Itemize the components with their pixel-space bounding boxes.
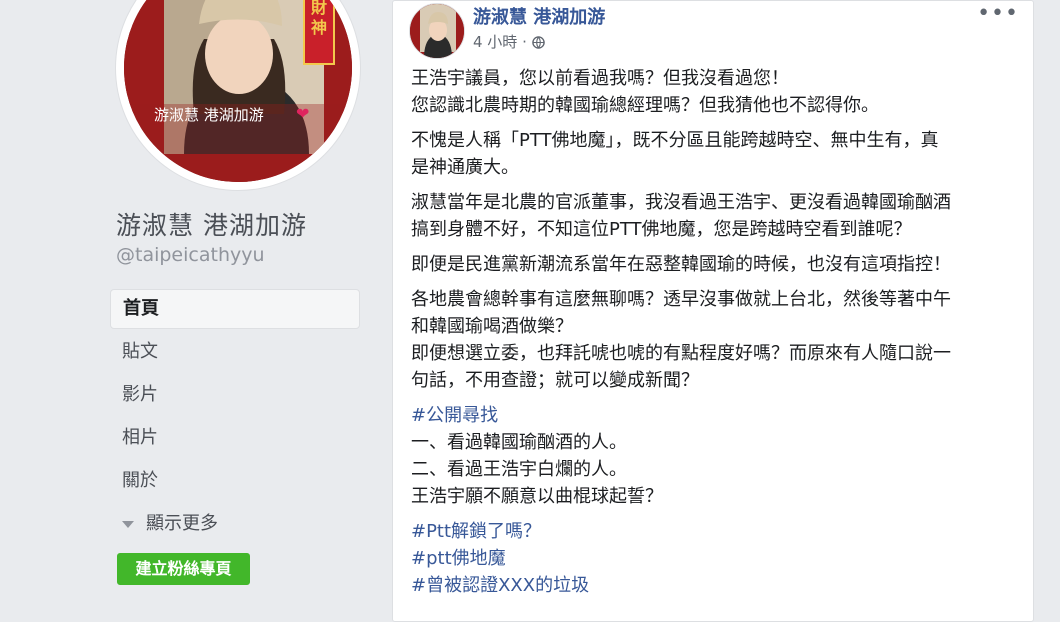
post-paragraph: 即便是民進黨新潮流系當年在惡整韓國瑜的時候，也沒有這項指控！ bbox=[411, 251, 1023, 278]
post-paragraph: 不愧是人稱「PTT佛地魔」，既不分區且能跨越時空、無中生有，真 是神通廣大。 bbox=[411, 127, 1023, 181]
post-line: 一、看過韓國瑜酗酒的人。 bbox=[411, 432, 627, 453]
post-line: 搞到身體不好，不知這位PTT佛地魔，您是跨越時空看到誰呢？ bbox=[411, 219, 912, 240]
heart-icon: ❤ bbox=[296, 104, 310, 123]
post-line: 二、看過王浩宇白爛的人。 bbox=[411, 459, 627, 480]
post-paragraph: 淑慧當年是北農的官派董事，我沒看過王浩宇、更沒看過韓國瑜酗酒 搞到身體不好，不知… bbox=[411, 189, 1023, 243]
hashtag-link[interactable]: #Ptt解鎖了嗎？ bbox=[411, 518, 1023, 545]
hashtag-link[interactable]: #公開尋找 bbox=[411, 402, 1023, 429]
post-author-name[interactable]: 游淑慧 港湖加游 bbox=[473, 3, 605, 29]
post-line: 王浩宇議員，您以前看過我嗎？但我沒看過您！ bbox=[411, 68, 789, 89]
post-paragraph: 王浩宇議員，您以前看過我嗎？但我沒看過您！ 您認識北農時期的韓國瑜總經理嗎？但我… bbox=[411, 65, 1023, 119]
post-line: 是神通廣大。 bbox=[411, 157, 519, 178]
post-line: 淑慧當年是北農的官派董事，我沒看過王浩宇、更沒看過韓國瑜酗酒 bbox=[411, 192, 951, 213]
post-paragraph: #公開尋找 一、看過韓國瑜酗酒的人。 二、看過王浩宇白爛的人。 王浩宇願不願意以… bbox=[411, 402, 1023, 510]
profile-picture[interactable]: 迎財神 游淑慧 港湖加游 ❤ bbox=[116, 0, 360, 190]
post-author-avatar[interactable] bbox=[409, 3, 465, 59]
post-paragraph: 各地農會總幹事有這麼無聊嗎？透早沒事做就上台北，然後等著中午 和韓國瑜喝酒做樂？… bbox=[411, 286, 1023, 394]
avatar-banner: 迎財神 bbox=[310, 0, 327, 37]
create-page-button[interactable]: 建立粉絲專頁 bbox=[117, 553, 250, 585]
hashtag-link[interactable]: #曾被認證XXX的垃圾 bbox=[411, 572, 1023, 599]
post-text: 王浩宇議員，您以前看過我嗎？但我沒看過您！ 您認識北農時期的韓國瑜總經理嗎？但我… bbox=[411, 65, 1023, 607]
page-handle[interactable]: @taipeicathyyu bbox=[116, 244, 265, 266]
post-avatar-photo bbox=[410, 4, 464, 58]
avatar: 迎財神 游淑慧 港湖加游 ❤ bbox=[124, 0, 352, 182]
more-dots-icon[interactable]: ••• bbox=[977, 1, 1019, 26]
nav-show-more[interactable]: 顯示更多 bbox=[110, 504, 360, 544]
avatar-caption: 游淑慧 港湖加游 bbox=[154, 106, 264, 124]
post-line: 和韓國瑜喝酒做樂？ bbox=[411, 316, 573, 337]
page-nav: 首頁 貼文 影片 相片 關於 顯示更多 bbox=[110, 289, 360, 547]
post-line: 各地農會總幹事有這麼無聊嗎？透早沒事做就上台北，然後等著中午 bbox=[411, 289, 951, 310]
left-column: 迎財神 游淑慧 港湖加游 ❤ 游淑慧 港湖加游 @taipeicathyyu 首… bbox=[0, 0, 375, 596]
post-line: 王浩宇願不願意以曲棍球起誓？ bbox=[411, 486, 663, 507]
nav-item-home[interactable]: 首頁 bbox=[110, 289, 360, 329]
post-paragraph: #Ptt解鎖了嗎？ #ptt佛地魔 #曾被認證XXX的垃圾 bbox=[411, 518, 1023, 599]
post-line: 不愧是人稱「PTT佛地魔」，既不分區且能跨越時空、無中生有，真 bbox=[411, 130, 939, 151]
post-line: 您認識北農時期的韓國瑜總經理嗎？但我猜他也不認得你。 bbox=[411, 95, 879, 116]
hashtag-link[interactable]: #ptt佛地魔 bbox=[411, 545, 1023, 572]
chevron-down-icon bbox=[122, 520, 134, 528]
post-line: 句話，不用查證；就可以變成新聞？ bbox=[411, 370, 699, 391]
post-line: 即便想選立委，也拜託唬也唬的有點程度好嗎？而原來有人隨口說一 bbox=[411, 343, 951, 364]
nav-item-videos[interactable]: 影片 bbox=[110, 375, 360, 415]
nav-item-photos[interactable]: 相片 bbox=[110, 418, 360, 458]
post-card: 游淑慧 港湖加游 4 小時 · ••• 王浩宇議員，您以前看過我嗎？但我沒看過您… bbox=[392, 0, 1034, 622]
nav-item-posts[interactable]: 貼文 bbox=[110, 332, 360, 372]
page-title[interactable]: 游淑慧 港湖加游 bbox=[116, 206, 307, 242]
post-time[interactable]: 4 小時 bbox=[473, 33, 517, 51]
post-line: 即便是民進黨新潮流系當年在惡整韓國瑜的時候，也沒有這項指控！ bbox=[411, 254, 951, 275]
nav-show-more-label: 顯示更多 bbox=[146, 513, 218, 534]
post-meta: 4 小時 · bbox=[473, 31, 545, 53]
nav-item-about[interactable]: 關於 bbox=[110, 461, 360, 501]
globe-icon[interactable] bbox=[531, 35, 545, 53]
